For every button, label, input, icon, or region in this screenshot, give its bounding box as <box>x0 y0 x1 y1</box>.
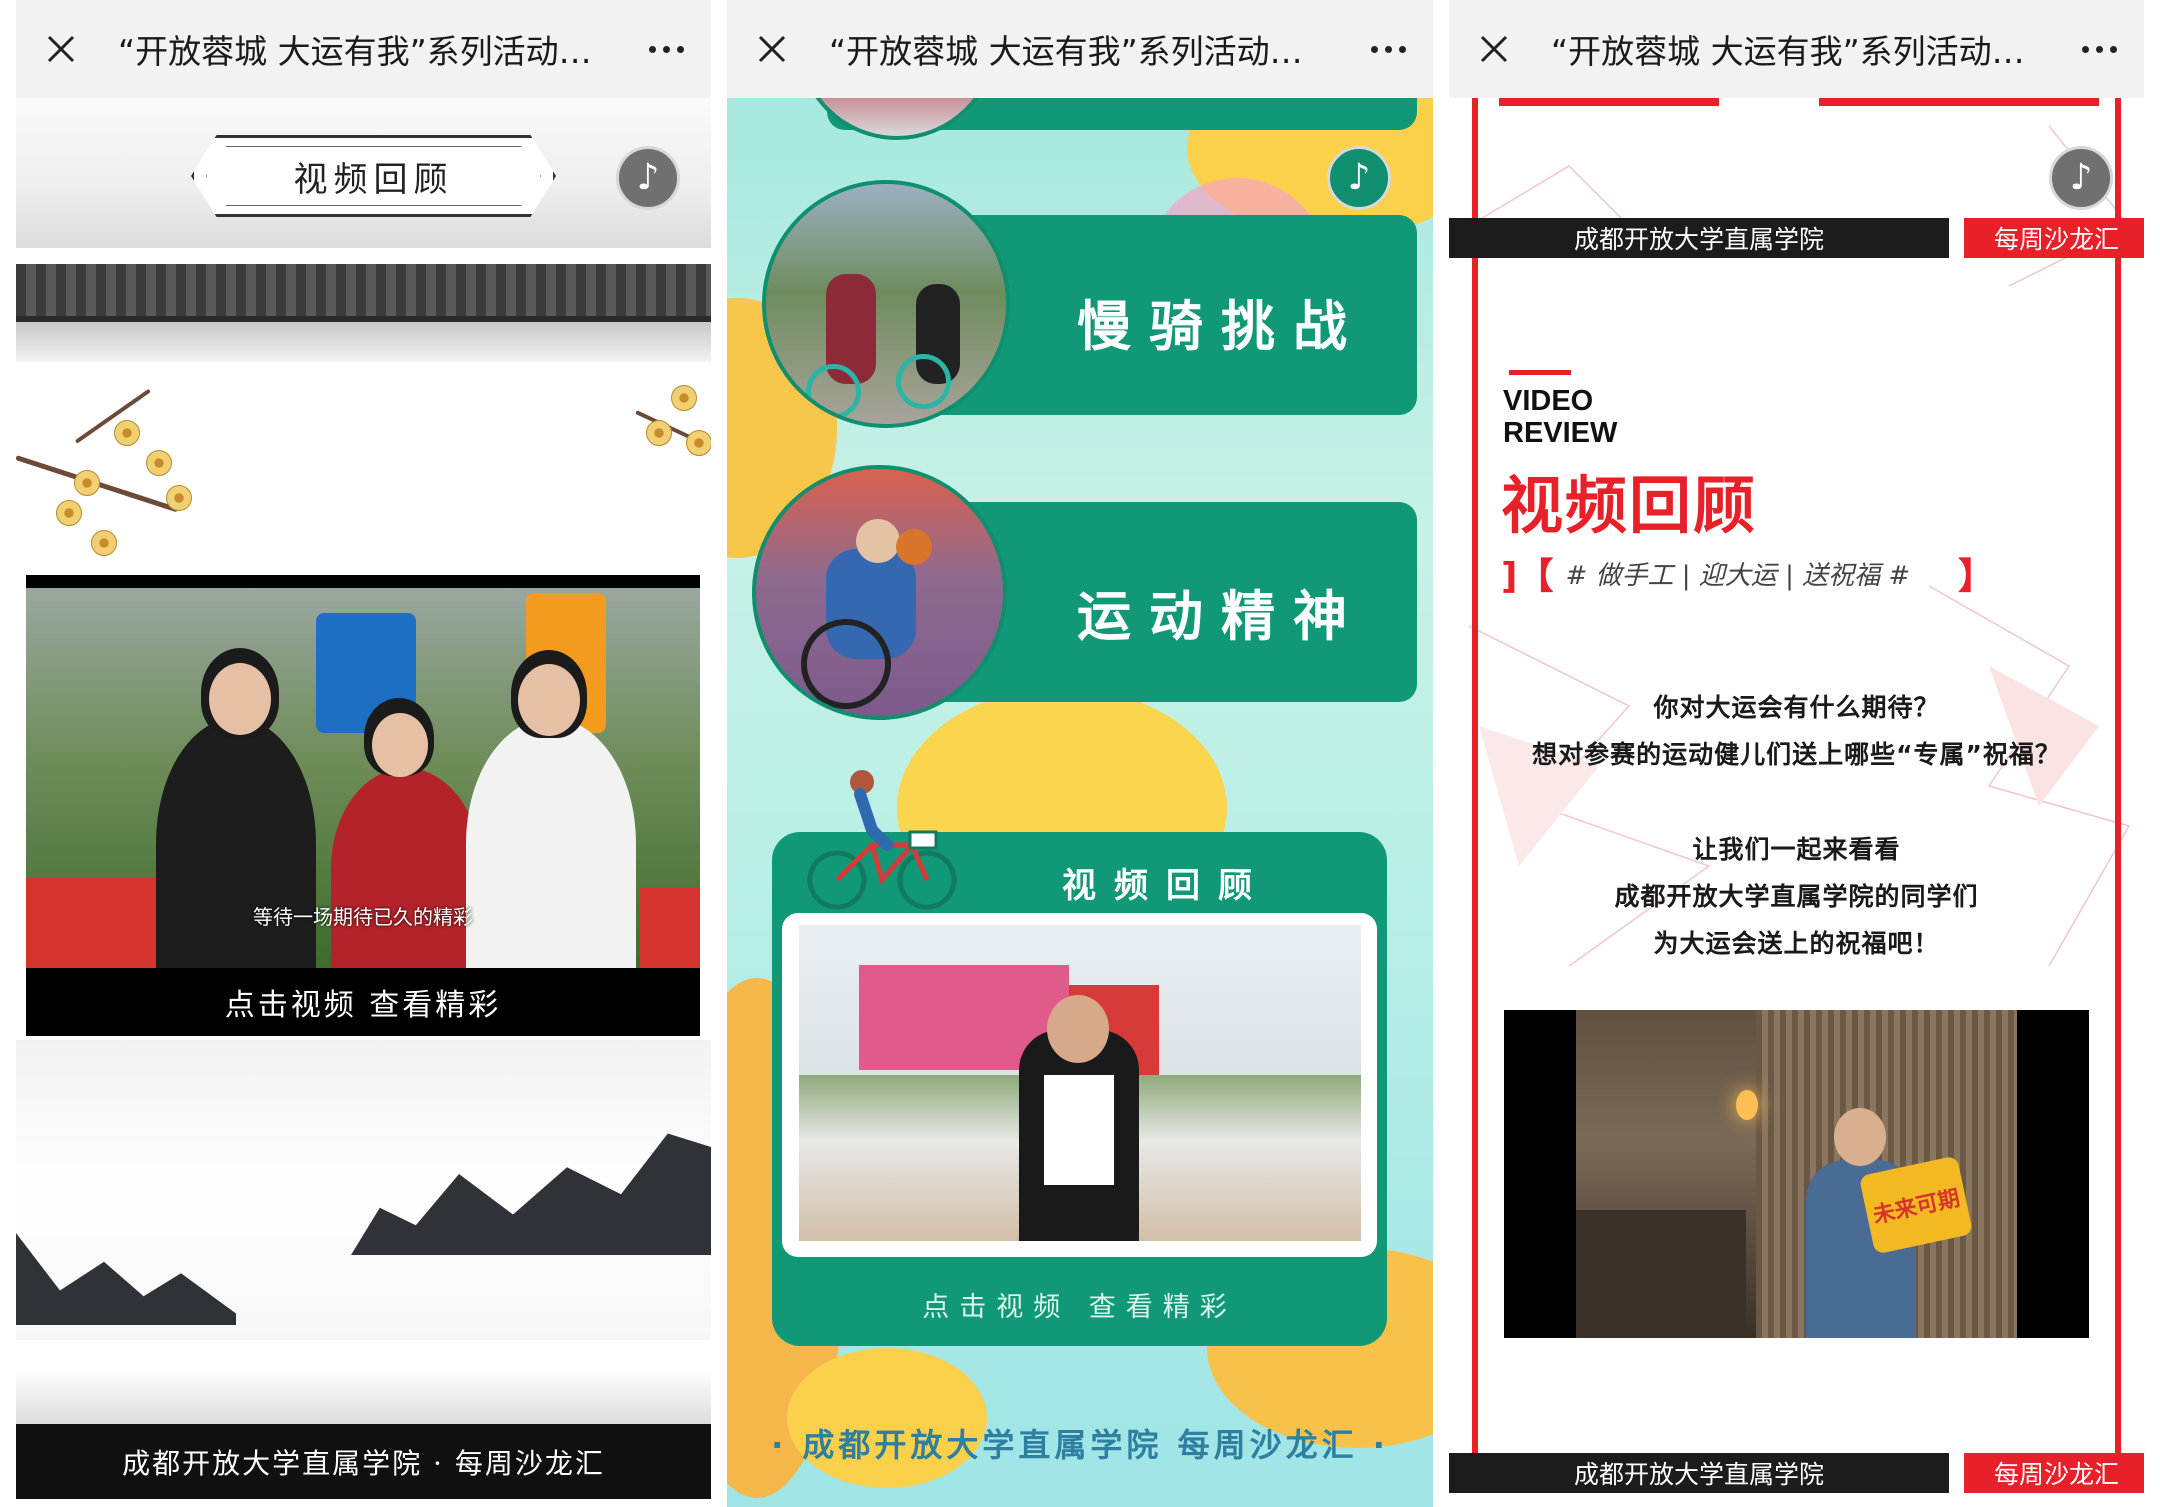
more-icon[interactable] <box>1343 0 1433 98</box>
top-band: 成都开放大学直属学院 每周沙龙汇 <box>1449 218 2144 258</box>
close-icon[interactable] <box>16 0 106 98</box>
video-caption: 点击视频 查看精彩 <box>224 988 502 1023</box>
footer-banner: 成都开放大学直属学院 · 每周沙龙汇 <box>16 1424 711 1499</box>
video-title: 视频回顾 <box>1062 866 1270 906</box>
band-left-text: 成都开放大学直属学院 <box>1449 218 1949 258</box>
video-caption: 点击视频 查看精彩 <box>922 1292 1237 1323</box>
band-left-text: 成都开放大学直属学院 <box>1449 1453 1949 1493</box>
close-icon[interactable] <box>727 0 817 98</box>
video-thumbnail: 未来可期 <box>1576 1010 2017 1338</box>
heading-english-line2: REVIEW <box>1503 417 1618 449</box>
plaque-title: 视频回顾 <box>293 159 454 200</box>
wechat-topbar: “开放蓉城 大运有我”系列活动… <box>1449 0 2144 98</box>
wechat-topbar: “开放蓉城 大运有我”系列活动… <box>727 0 1433 98</box>
sport-spirit-photo <box>752 465 1007 720</box>
bottom-band: 成都开放大学直属学院 每周沙龙汇 <box>1449 1453 2144 1493</box>
intro-line-1: 你对大运会有什么期待？ <box>1653 693 1940 722</box>
video-player[interactable]: 等待一场期待已久的精彩 点击视频 查看精彩 <box>26 575 700 1036</box>
screenshot-collage: “开放蓉城 大运有我”系列活动… 视频回顾 ♪ 等待一场期待已久的精彩 点击视频… <box>0 0 2160 1507</box>
heading-english: VIDEO REVIEW <box>1503 385 1617 449</box>
panel-ink-style: “开放蓉城 大运有我”系列活动… 视频回顾 ♪ 等待一场期待已久的精彩 点击视频… <box>16 0 711 1507</box>
slow-ride-label: 慢骑挑战 <box>1077 295 1365 358</box>
tagline-text: # 做手工 | 迎大运 | 送祝福 # <box>1565 560 1911 591</box>
sport-spirit-label: 运动精神 <box>1077 585 1365 648</box>
footer-ink-decoration <box>16 1368 711 1424</box>
more-icon[interactable] <box>621 0 711 98</box>
heading-accent-line <box>1509 370 1571 375</box>
red-top-bar <box>1499 98 1719 106</box>
bicycle-rider-icon <box>802 760 962 910</box>
intro-line-4: 成都开放大学直属学院的同学们 <box>1614 882 1979 911</box>
tagline-bracket-left: ]【 <box>1501 556 1554 597</box>
panel-red-style: “开放蓉城 大运有我”系列活动… ♪ 成都开放大学直属学院 每周沙龙汇 VIDE… <box>1449 0 2144 1507</box>
heading-chinese: 视频回顾 <box>1501 469 1758 542</box>
red-top-bar <box>1819 98 2099 106</box>
red-frame-right <box>2115 98 2121 1458</box>
close-icon[interactable] <box>1449 0 1539 98</box>
tagline-bracket-right: 】 <box>1958 556 1995 597</box>
intro-line-3: 让我们一起来看看 <box>1692 835 1901 864</box>
mountain-ink-decoration <box>16 1040 711 1340</box>
video-thumbnail[interactable] <box>799 925 1361 1241</box>
footer-text: · 成都开放大学直属学院 每周沙龙汇 · <box>771 1426 1389 1464</box>
heading-english-line1: VIDEO <box>1503 385 1594 417</box>
band-right-text: 每周沙龙汇 <box>1964 218 2144 258</box>
section-plaque: 视频回顾 <box>191 135 556 217</box>
more-icon[interactable] <box>2054 0 2144 98</box>
intro-line-5: 为大运会送上的祝福吧！ <box>1653 929 1940 958</box>
page-title: “开放蓉城 大运有我”系列活动… <box>829 32 1303 71</box>
intro-line-2: 想对参赛的运动健儿们送上哪些“专属”祝福？ <box>1532 740 2061 769</box>
music-note-icon[interactable]: ♪ <box>616 146 680 210</box>
band-right-text: 每周沙龙汇 <box>1964 1453 2144 1493</box>
video-subtitle: 等待一场期待已久的精彩 <box>253 905 473 929</box>
roof-tiles-decoration <box>16 264 711 322</box>
tagline: ]【 # 做手工 | 迎大运 | 送祝福 # 】 <box>1501 553 1994 597</box>
red-frame-left <box>1472 98 1478 1458</box>
music-note-icon[interactable]: ♪ <box>1327 146 1391 210</box>
slow-ride-photo <box>762 180 1010 428</box>
music-note-icon[interactable]: ♪ <box>2049 146 2113 210</box>
wechat-topbar: “开放蓉城 大运有我”系列活动… <box>16 0 711 98</box>
video-thumbnail: 等待一场期待已久的精彩 <box>26 588 700 968</box>
wall-mist-decoration <box>16 322 711 362</box>
page-title: “开放蓉城 大运有我”系列活动… <box>1551 32 2025 71</box>
page-title: “开放蓉城 大运有我”系列活动… <box>118 32 592 71</box>
panel-sport-style: “开放蓉城 大运有我”系列活动… ♪ 慢骑挑战 运动精神 视频回顾 点击视频 查… <box>727 0 1433 1507</box>
video-player[interactable]: 未来可期 <box>1504 1010 2089 1338</box>
